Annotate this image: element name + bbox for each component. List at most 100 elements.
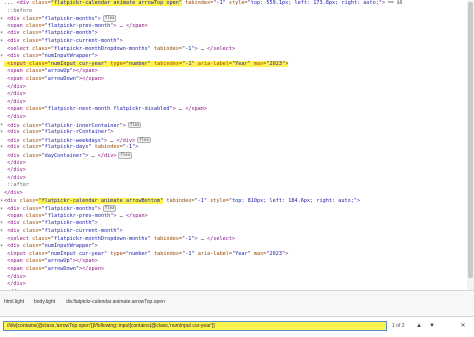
dom-tree-line[interactable]: <span class="flatpickr-prev-month"> … </… xyxy=(0,23,148,30)
dom-tree-line[interactable]: </div> xyxy=(0,190,23,197)
dom-tree-line[interactable]: <span class="arrowDown"></span> xyxy=(0,266,104,273)
xpath-search-input[interactable] xyxy=(3,321,387,331)
attribute-value: "flatpickr-months" xyxy=(41,15,98,22)
html-tag: <span xyxy=(4,212,26,219)
dom-tree-line[interactable]: </div> xyxy=(0,84,26,91)
attribute-value: "numInput cur-year" xyxy=(47,250,108,257)
dom-tree-line[interactable]: </div> xyxy=(0,281,26,288)
attribute-name: class= xyxy=(22,122,42,129)
attribute-name: style= xyxy=(207,197,229,204)
attribute-value: "flatpickr-month" xyxy=(41,220,95,227)
dom-tree-line[interactable]: </div> xyxy=(0,99,26,106)
html-tag: </span> xyxy=(185,106,208,113)
dom-tree-line[interactable]: ▾ <div class="flatpickr-months"> flex xyxy=(0,15,117,22)
attribute-value: "arrowUp" xyxy=(44,258,73,265)
attribute-name: class= xyxy=(32,0,51,6)
html-tag: <div xyxy=(4,144,23,151)
dom-tree-line[interactable]: ▾ <div class="flatpickr-days" tabindex="… xyxy=(0,144,138,151)
flex-badge: flex xyxy=(137,136,151,144)
chevron-down-icon[interactable]: ▼ xyxy=(427,321,437,331)
attribute-name: class= xyxy=(22,15,42,22)
dom-tree-line[interactable]: ▾ <div class="numInputWrapper"> xyxy=(0,243,98,250)
attribute-value: "flatpickr-prev-month" xyxy=(44,22,114,29)
cancel-button[interactable]: ✕ xyxy=(458,321,468,331)
elements-scrollbar[interactable] xyxy=(467,0,474,290)
dom-tree-line[interactable]: ▾ <div class="flatpickr-months"> flex xyxy=(0,205,117,212)
dom-tree-line[interactable]: <span class="flatpickr-prev-month"> … </… xyxy=(0,213,148,220)
html-tag: <select xyxy=(4,45,33,52)
dom-tree-line[interactable]: </div> xyxy=(0,167,26,174)
dom-tree-line[interactable]: ▾ <div class="flatpickr-rContainer"> xyxy=(0,129,113,136)
attribute-name: class= xyxy=(22,38,42,44)
breadcrumb: html.light body.light div.flatpickr-cale… xyxy=(0,290,474,316)
html-tag: ></span> xyxy=(78,266,104,272)
html-tag: > xyxy=(94,53,98,60)
attribute-value: "arrowUp" xyxy=(44,68,73,75)
dom-tree-line[interactable]: <div class="dayContainer"> … </div> flex xyxy=(0,152,133,159)
dom-tree-line[interactable]: ▾ <div class="flatpickr-innerContainer">… xyxy=(0,121,142,129)
html-tag: <span xyxy=(4,76,26,82)
scrollbar-thumb[interactable] xyxy=(468,2,473,278)
dom-tree-line[interactable]: </div> xyxy=(0,160,26,167)
dom-tree-line[interactable]: <select class="flatpickr-monthDropdown-m… xyxy=(0,236,235,243)
dom-tree-line[interactable]: ▾ <div class="flatpickr-month"> xyxy=(0,220,98,227)
dom-tree-line[interactable]: </div> xyxy=(0,114,26,121)
dom-tree-line[interactable]: <input class="numInput cur-year" type="n… xyxy=(0,60,289,68)
attribute-name: class= xyxy=(22,205,42,212)
attribute-name: class= xyxy=(25,68,45,75)
attribute-name: class= xyxy=(25,258,45,265)
attribute-name: tabindex= xyxy=(91,144,123,151)
attribute-value: "top: 559.1px; left: 173.8px; right: aut… xyxy=(247,0,382,6)
dom-tree-line[interactable]: <span class="arrowUp"></span> xyxy=(0,258,98,265)
dom-tree-line[interactable]: <select class="flatpickr-monthDropdown-m… xyxy=(0,46,235,53)
breadcrumb-item-calendar-div[interactable]: div.flatpickr-calendar.animate.arrowTop.… xyxy=(66,298,165,307)
dom-tree-line[interactable]: </div> xyxy=(0,175,26,182)
dom-tree-line[interactable]: <span class="arrowUp"></span> xyxy=(0,68,98,75)
chevron-up-icon[interactable]: ▲ xyxy=(414,321,424,331)
html-tag: </div> xyxy=(4,98,26,105)
dom-tree-line[interactable]: ::before xyxy=(0,8,32,15)
attribute-value: "number" xyxy=(125,60,151,67)
dom-tree-line[interactable]: ::after xyxy=(0,182,29,189)
html-tag: <span xyxy=(4,266,26,272)
dom-tree-line[interactable]: </div> xyxy=(0,274,26,281)
attribute-name: class= xyxy=(32,235,51,242)
attribute-value: "arrowDown" xyxy=(44,76,79,82)
dom-tree-line[interactable]: ... <div class="flatpickr-calendar anima… xyxy=(0,0,402,7)
dom-tree-line[interactable]: <span class="flatpickr-next-month flatpi… xyxy=(0,106,207,113)
html-tag: </div> xyxy=(4,174,26,181)
html-tag: > xyxy=(119,38,123,44)
dom-tree-line[interactable]: </div> xyxy=(0,91,26,98)
dom-tree-line[interactable]: ▾ <div class="flatpickr-current-month"> xyxy=(0,38,123,45)
html-tag: > xyxy=(119,228,123,234)
attribute-value: "flatpickr-months" xyxy=(41,205,98,212)
html-tag: <input xyxy=(4,250,29,257)
attribute-value: "-1" xyxy=(213,0,226,6)
dom-tree-line[interactable]: <input class="numInput cur-year" type="n… xyxy=(0,251,288,258)
breadcrumb-item-body[interactable]: body.light xyxy=(34,298,55,307)
ellipsis-text: … xyxy=(175,106,186,113)
html-tag: ></span> xyxy=(78,76,104,82)
html-tag: ></span> xyxy=(72,68,98,75)
dom-tree-line[interactable]: ▾ <div class="numInputWrapper"> xyxy=(0,53,98,60)
dom-tree-line[interactable]: ▾ <div class="flatpickr-month"> xyxy=(0,30,98,37)
breadcrumb-item-html[interactable]: html.light xyxy=(4,298,24,307)
html-tag: </div> xyxy=(4,273,26,280)
ellipsis-text: … xyxy=(116,22,126,29)
dom-tree-line[interactable]: ▾<div class="flatpickr-calendar animate … xyxy=(0,197,360,205)
attribute-value: "-1" xyxy=(182,250,195,257)
html-tag: </span> xyxy=(125,212,148,219)
html-tag: <div xyxy=(4,197,20,204)
attribute-name: class= xyxy=(22,53,42,60)
elements-tree[interactable]: ... <div class="flatpickr-calendar anima… xyxy=(0,0,466,290)
dom-tree-line[interactable]: <span class="arrowDown"></span> xyxy=(0,76,104,83)
attribute-value: "flatpickr-current-month" xyxy=(41,228,120,234)
html-tag: </div> xyxy=(4,281,26,288)
attribute-name: tabindex= xyxy=(163,197,195,204)
dom-tree-line[interactable]: ▾ <div class="flatpickr-current-month"> xyxy=(0,228,123,235)
attribute-value: "top: 810px; left: 184.6px; right: auto;… xyxy=(228,197,357,204)
attribute-value: "numInputWrapper" xyxy=(41,53,95,60)
attribute-name: class= xyxy=(19,197,39,204)
attribute-name: class= xyxy=(25,22,45,29)
dom-tree-line[interactable]: <div class="flatpickr-weekdays"> … </div… xyxy=(0,136,151,144)
